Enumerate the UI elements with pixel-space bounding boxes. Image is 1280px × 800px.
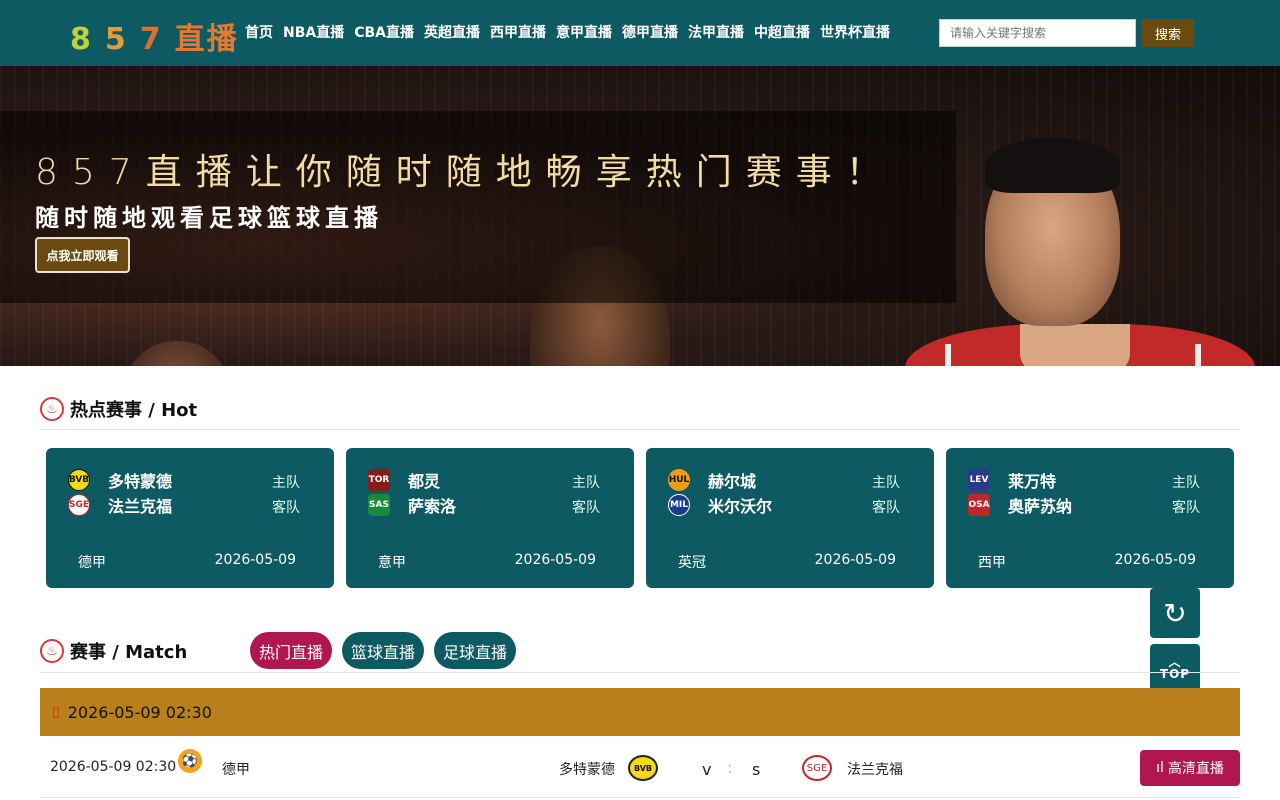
divider: [40, 672, 1240, 673]
league-label: 德甲: [78, 555, 106, 571]
signal-bars-icon: ıl: [1156, 760, 1164, 776]
divider: [40, 429, 1240, 430]
away-role-label: 客队: [1172, 500, 1200, 516]
hot-match-card[interactable]: LEV 莱万特 OSA 奥萨苏纳 主队 客队 西甲 2026-05-09: [946, 448, 1234, 588]
match-league: 德甲: [222, 762, 250, 778]
hot-cards: BVB 多特蒙德 SGE 法兰克福 主队 客队 德甲 2026-05-09 TOR 都…: [46, 448, 1234, 588]
match-tabs: 热门直播 篮球直播 足球直播: [250, 632, 517, 669]
hot-section-title: ♨ 热点赛事 / Hot: [40, 396, 197, 422]
home-role-label: 主队: [272, 475, 300, 491]
team-logo-icon: BVB: [628, 755, 658, 781]
home-team-name: 多特蒙德: [559, 762, 615, 778]
home-team-name: 莱万特: [1008, 472, 1057, 491]
search-bar: 搜索: [939, 19, 1194, 47]
nav-premier-league[interactable]: 英超直播: [424, 22, 480, 42]
nav-home[interactable]: 首页: [245, 22, 273, 42]
away-team-name: 奥萨苏纳: [1008, 497, 1073, 516]
banner-headline: 857直播让你随时随地畅享热门赛事！: [35, 152, 896, 193]
team-logo-icon: LEV: [968, 469, 990, 491]
away-role-label: 客队: [272, 500, 300, 516]
search-input[interactable]: [939, 19, 1136, 47]
nav-cba[interactable]: CBA直播: [354, 22, 414, 42]
match-time: 2026-05-09 02:30: [50, 759, 177, 775]
score-separator: :: [727, 758, 733, 777]
match-row: 2026-05-09 02:30 ⚽ 德甲 多特蒙德 BVB v : s SGE…: [40, 738, 1240, 798]
back-to-top-button[interactable]: ︿ TOP: [1150, 644, 1200, 694]
team-logo-icon: OSA: [968, 494, 990, 516]
tab-football-live[interactable]: 足球直播: [434, 632, 517, 669]
date-group-header: ▯ 2026-05-09 02:30: [40, 688, 1240, 736]
nav-csl[interactable]: 中超直播: [754, 22, 810, 42]
nav-la-liga[interactable]: 西甲直播: [490, 22, 546, 42]
match-date: 2026-05-09: [814, 552, 896, 568]
football-icon: ⚽: [178, 749, 202, 773]
team-logo-icon: HUL: [668, 469, 690, 491]
nav-serie-a[interactable]: 意甲直播: [556, 22, 612, 42]
away-team-name: 法兰克福: [847, 762, 903, 778]
away-team-name: 法兰克福: [108, 497, 173, 516]
score-v: v: [702, 760, 712, 779]
match-date: 2026-05-09: [514, 552, 596, 568]
nav-bundesliga[interactable]: 德甲直播: [622, 22, 678, 42]
refresh-icon: ↻: [1163, 596, 1187, 630]
away-role-label: 客队: [572, 500, 600, 516]
chevron-up-icon: ︿: [1168, 655, 1182, 669]
watch-now-button[interactable]: 点我立即观看: [35, 237, 130, 273]
match-date: 2026-05-09: [1114, 552, 1196, 568]
home-team-name: 赫尔城: [708, 472, 757, 491]
fire-icon: ♨: [40, 639, 64, 663]
away-role-label: 客队: [872, 500, 900, 516]
home-role-label: 主队: [1172, 475, 1200, 491]
nav-nba[interactable]: NBA直播: [283, 22, 344, 42]
hd-live-label: 高清直播: [1167, 761, 1224, 777]
top-label: TOP: [1159, 667, 1191, 681]
hot-match-card[interactable]: BVB 多特蒙德 SGE 法兰克福 主队 客队 德甲 2026-05-09: [46, 448, 334, 588]
nav-ligue-1[interactable]: 法甲直播: [688, 22, 744, 42]
main-nav: 首页 NBA直播 CBA直播 英超直播 西甲直播 意甲直播 德甲直播 法甲直播 …: [245, 22, 890, 42]
league-label: 西甲: [978, 555, 1006, 571]
search-button[interactable]: 搜索: [1142, 19, 1194, 47]
site-logo[interactable]: 8 5 7 直播: [70, 14, 239, 58]
match-title-text: 赛事 / Match: [70, 642, 188, 663]
refresh-button[interactable]: ↻: [1150, 588, 1200, 638]
logo-text: 直播: [174, 22, 239, 57]
home-role-label: 主队: [572, 475, 600, 491]
hot-match-card[interactable]: TOR 都灵 SAS 萨索洛 主队 客队 意甲 2026-05-09: [346, 448, 634, 588]
team-logo-icon: SAS: [368, 494, 390, 516]
tab-hot-live[interactable]: 热门直播: [250, 632, 333, 669]
league-label: 意甲: [378, 555, 406, 571]
match-date: 2026-05-09: [214, 552, 296, 568]
team-logo-icon: MIL: [668, 494, 690, 516]
hd-live-button[interactable]: ıl 高清直播: [1140, 750, 1240, 786]
score-s: s: [752, 760, 761, 779]
hot-match-card[interactable]: HUL 赫尔城 MIL 米尔沃尔 主队 客队 英冠 2026-05-09: [646, 448, 934, 588]
logo-digit: 7: [139, 22, 161, 57]
team-logo-icon: TOR: [368, 469, 390, 491]
fire-icon: ♨: [40, 397, 64, 421]
banner-player-hair: [985, 138, 1120, 193]
logo-digit: 8: [70, 22, 91, 57]
banner-subline: 随时随地观看足球篮球直播: [35, 204, 383, 232]
home-role-label: 主队: [872, 475, 900, 491]
team-logo-icon: BVB: [68, 469, 90, 491]
match-section-title: ♨ 赛事 / Match: [40, 638, 187, 664]
logo-digit: 5: [104, 22, 126, 57]
league-label: 英冠: [678, 555, 706, 571]
team-logo-icon: SGE: [802, 755, 832, 781]
nav-world-cup[interactable]: 世界杯直播: [820, 22, 890, 42]
home-team-name: 多特蒙德: [108, 472, 173, 491]
tab-basketball-live[interactable]: 篮球直播: [342, 632, 425, 669]
hot-title-text: 热点赛事 / Hot: [70, 400, 198, 421]
site-header: 8 5 7 直播 首页 NBA直播 CBA直播 英超直播 西甲直播 意甲直播 德…: [0, 0, 1280, 66]
team-logo-icon: SGE: [68, 494, 90, 516]
hero-banner: 857直播让你随时随地畅享热门赛事！ 随时随地观看足球篮球直播 点我立即观看: [0, 66, 1280, 366]
away-team-name: 米尔沃尔: [708, 497, 773, 516]
date-group-label: 2026-05-09 02:30: [67, 702, 212, 722]
calendar-icon: ▯: [52, 704, 60, 720]
home-team-name: 都灵: [408, 472, 441, 491]
away-team-name: 萨索洛: [408, 497, 457, 516]
